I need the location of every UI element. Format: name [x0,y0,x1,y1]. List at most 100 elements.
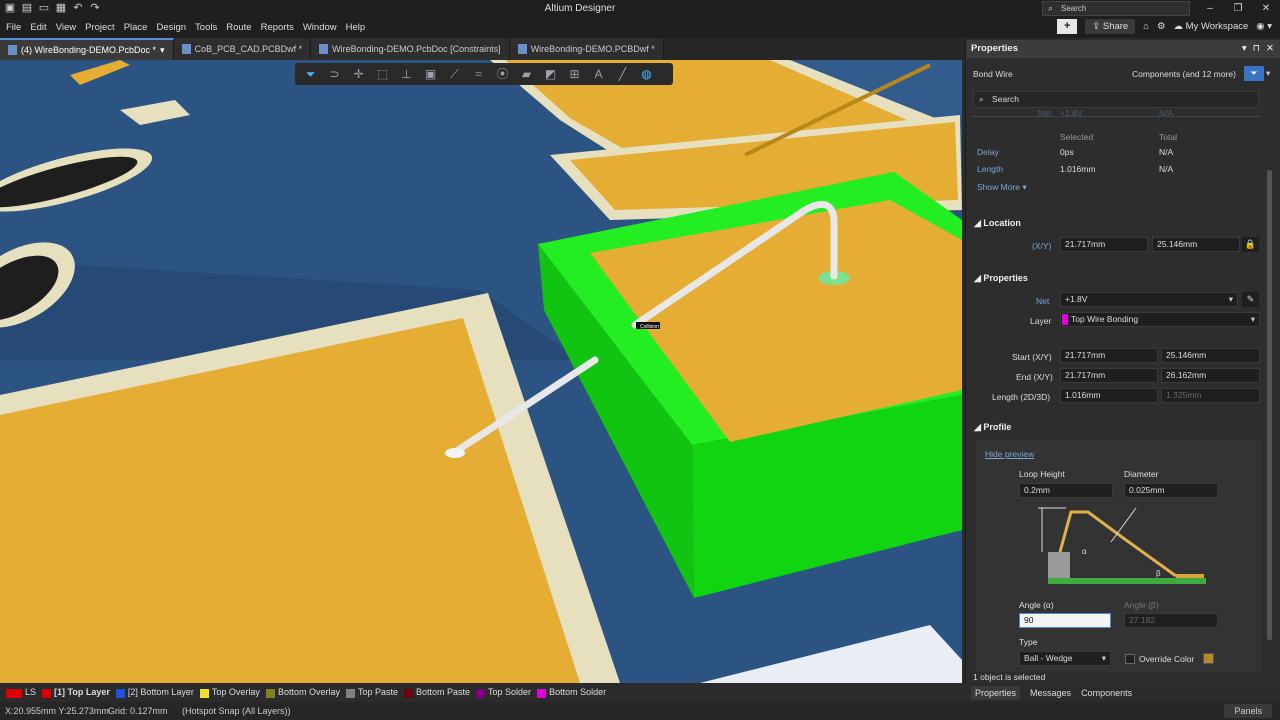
text-icon[interactable]: A [589,66,608,82]
dimension-icon[interactable]: ⊞ [565,66,584,82]
restore-button[interactable]: ❐ [1224,0,1252,18]
section-properties[interactable]: ◢ Properties [974,273,1028,284]
layer-tab-ls[interactable]: LS [6,687,36,698]
tab-dropdown-icon[interactable]: ▾ [160,45,165,56]
bond-wire-icon[interactable]: ◍ [637,66,656,82]
panels-button[interactable]: Panels [1224,704,1272,718]
tab-cob-dwf[interactable]: CoB_PCB_CAD.PCBDwf * [173,38,312,60]
diameter-field[interactable]: 0.025mm [1124,483,1218,498]
net-select[interactable]: +1.8V [1060,292,1238,307]
show-more-link[interactable]: Show More ▾ [977,182,1027,193]
start-y-field[interactable]: 25.146mm [1161,348,1260,363]
layer-select[interactable]: Top Wire Bonding [1060,312,1260,327]
layer-swatch [537,688,547,698]
tab-constraints[interactable]: WireBonding-DEMO.PcbDoc [Constraints] [311,38,510,60]
layer-tab-top-layer[interactable]: [1] Top Layer [42,687,110,698]
menu-file[interactable]: File [6,22,21,33]
filter-summary[interactable]: Components (and 12 more) [1132,69,1236,79]
menu-view[interactable]: View [56,22,76,33]
hide-preview-link[interactable]: Hide preview [985,449,1034,459]
menu-edit[interactable]: Edit [30,22,46,33]
account-icon[interactable]: ◉ ▾ [1256,21,1272,32]
override-color-swatch[interactable] [1203,653,1214,664]
menu-window[interactable]: Window [303,22,337,33]
end-x-field[interactable]: 21.717mm [1060,368,1158,383]
share-icon: ⇪ [1092,21,1103,32]
document-tabs: (4) WireBonding-DEMO.PcbDoc * ▾ CoB_PCB_C… [0,38,965,60]
global-search-input[interactable]: ⌕ Search [1042,1,1190,16]
menu-help[interactable]: Help [346,22,366,33]
cloud-icon: ☁ [1173,21,1186,32]
status-bar: X:20.955mm Y:25.273mm Grid: 0.127mm (Hot… [0,702,1280,720]
layer-tab-top-solder[interactable]: Top Solder [476,687,531,698]
angle-alpha-field[interactable]: 90 [1019,613,1111,628]
tab-wirebonding-dwf[interactable]: WireBonding-DEMO.PCBDwf * [509,38,664,60]
workspace-button[interactable]: ☁ My Workspace [1174,21,1249,32]
menu-place[interactable]: Place [124,22,148,33]
tab-pcbdoc[interactable]: (4) WireBonding-DEMO.PcbDoc * ▾ [0,38,174,60]
section-profile[interactable]: ◢ Profile [974,422,1011,433]
section-location[interactable]: ◢ Location [974,218,1021,229]
menu-tools[interactable]: Tools [195,22,217,33]
filter-icon[interactable]: ⏷ [301,66,320,82]
menu-reports[interactable]: Reports [261,22,294,33]
menu-route[interactable]: Route [226,22,251,33]
layer-swatch [115,688,125,698]
layer-tab-top-paste[interactable]: Top Paste [345,687,398,698]
close-icon[interactable]: ✕ [1266,40,1274,58]
diff-pair-icon[interactable]: ≈ [469,66,488,82]
region-icon[interactable]: ◩ [541,66,560,82]
loop-height-field[interactable]: 0.2mm [1019,483,1113,498]
gear-icon[interactable]: ⚙ [1157,21,1166,32]
minimize-button[interactable]: – [1196,0,1224,18]
pick-net-icon[interactable]: ✎ [1242,292,1259,307]
panel-header: Properties ▾ ⊓ ✕ [966,40,1280,58]
override-color-checkbox[interactable] [1125,654,1135,664]
tab-properties[interactable]: Properties [971,685,1021,700]
route-icon[interactable]: ⟋ [445,66,464,82]
tab-messages[interactable]: Messages [1030,688,1071,698]
home-icon[interactable]: ⌂ [1143,21,1149,32]
location-x-field[interactable]: 21.717mm [1060,237,1148,252]
pcb-3d-canvas[interactable]: Collision [0,60,962,683]
select-rect-icon[interactable]: ⬚ [373,66,392,82]
layer-tab-top-overlay[interactable]: Top Overlay [199,687,260,698]
pin-icon[interactable]: ⊓ [1253,40,1260,58]
fill-icon[interactable]: ▰ [517,66,536,82]
align-icon[interactable]: ⊥ [397,66,416,82]
share-button[interactable]: ⇪ Share [1085,19,1136,34]
panel-search-input[interactable]: ⌕ Search [973,91,1259,108]
app-title: Altium Designer [544,3,616,14]
snap-mode: (Hotspot Snap (All Layers)) [182,706,291,716]
title-bar: ▣ ▤ ▭ ▦ ↶ ↷ Altium Designer ⌕ Search – ❐… [0,0,1280,18]
tab-components[interactable]: Components [1081,688,1132,698]
start-x-field[interactable]: 21.717mm [1060,348,1158,363]
magnet-icon[interactable]: ⊃ [325,66,344,82]
layer-tab-bottom-overlay[interactable]: Bottom Overlay [265,687,340,698]
layer-swatch [199,688,209,698]
panel-scrollbar[interactable] [1267,170,1272,640]
layer-swatch [265,688,275,698]
line-icon[interactable]: ╱ [613,66,632,82]
menu-project[interactable]: Project [85,22,115,33]
layer-swatch [6,688,22,698]
length-2d-field[interactable]: 1.016mm [1060,388,1158,403]
end-y-field[interactable]: 26.162mm [1161,368,1260,383]
lock-icon[interactable]: 🔒 [1242,237,1259,252]
panel-menu-icon[interactable]: ▾ [1242,40,1247,58]
constraints-doc-icon [319,44,329,54]
filter-dropdown-icon[interactable]: ▾ [1266,68,1270,79]
add-button[interactable]: + [1057,19,1078,34]
layer-tab-bottom-solder[interactable]: Bottom Solder [537,687,606,698]
component-icon[interactable]: ▣ [421,66,440,82]
location-y-field[interactable]: 25.146mm [1152,237,1240,252]
filter-button[interactable]: ⏷ [1244,66,1264,81]
type-select[interactable]: Ball - Wedge [1019,651,1111,666]
profile-preview-diagram: α β [1038,507,1206,584]
menu-design[interactable]: Design [156,22,186,33]
layer-tab-bottom-layer[interactable]: [2] Bottom Layer [115,687,194,698]
layer-tab-bottom-paste[interactable]: Bottom Paste [404,687,470,698]
via-icon[interactable]: ⦿ [493,66,512,82]
close-button[interactable]: ✕ [1252,0,1280,18]
move-icon[interactable]: ✛ [349,66,368,82]
